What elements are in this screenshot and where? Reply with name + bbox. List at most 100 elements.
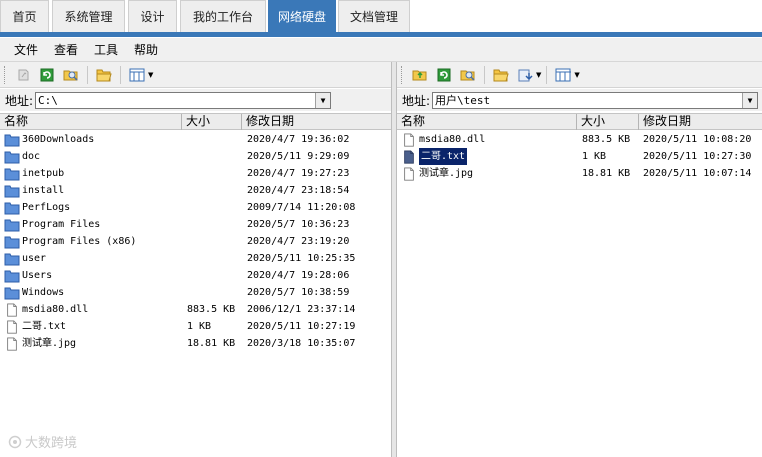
file-date: 2009/7/14 11:20:08	[247, 202, 356, 213]
file-row[interactable]: msdia80.dll 883.5 KB 2006/12/1 23:37:14	[0, 301, 391, 318]
right-toolbar: ▼ ▼	[397, 62, 762, 88]
folder-icon	[4, 202, 20, 214]
file-row[interactable]: msdia80.dll 883.5 KB 2020/5/11 10:08:20	[397, 131, 762, 148]
file-row[interactable]: install 2020/4/7 23:18:54	[0, 182, 391, 199]
tab-my-workbench[interactable]: 我的工作台	[180, 0, 266, 32]
open-folder-icon[interactable]	[93, 65, 115, 85]
file-icon	[404, 149, 414, 164]
file-row[interactable]: 360Downloads 2020/4/7 19:36:02	[0, 131, 391, 148]
folder-icon	[4, 236, 20, 248]
file-date: 2020/5/11 10:25:35	[247, 253, 356, 264]
file-icon	[7, 336, 17, 351]
right-file-pane: ▼ ▼ 地址: 用户\test ▼ 名称 大小 修改日期 msdia80.dll…	[396, 62, 762, 457]
folder-icon	[4, 287, 20, 299]
tab-design[interactable]: 设计	[128, 0, 177, 32]
file-size: 883.5 KB	[582, 134, 631, 145]
toolbar-separator	[484, 65, 485, 84]
file-name: Program Files (x86)	[22, 236, 137, 247]
file-name: 360Downloads	[22, 134, 95, 145]
file-name: msdia80.dll	[22, 304, 89, 315]
file-row[interactable]: Program Files (x86) 2020/4/7 23:19:20	[0, 233, 391, 250]
file-name: 二哥.txt	[419, 148, 468, 165]
file-row[interactable]: 测试章.jpg 18.81 KB 2020/3/18 10:35:07	[0, 335, 391, 352]
file-row[interactable]: Users 2020/4/7 19:28:06	[0, 267, 391, 284]
file-icon	[7, 319, 17, 334]
file-row[interactable]: 测试章.jpg 18.81 KB 2020/5/11 10:07:14	[397, 165, 762, 182]
address-label: 地址:	[5, 93, 34, 108]
menu-tools[interactable]: 工具	[86, 41, 126, 58]
address-label: 地址:	[402, 93, 431, 108]
column-header-date[interactable]: 修改日期	[242, 114, 392, 130]
column-header-size[interactable]: 大小	[182, 114, 242, 130]
open-folder-icon[interactable]	[490, 65, 512, 85]
file-icon	[404, 166, 414, 181]
right-address-input[interactable]: 用户\test ▼	[432, 91, 759, 109]
menu-file[interactable]: 文件	[6, 41, 46, 58]
file-row[interactable]: PerfLogs 2009/7/14 11:20:08	[0, 199, 391, 216]
file-date: 2020/4/7 23:19:20	[247, 236, 350, 247]
column-header-size[interactable]: 大小	[577, 114, 639, 130]
file-name: user	[22, 253, 47, 264]
file-name: inetpub	[22, 168, 65, 179]
left-file-pane: ▼ 地址: C:\ ▼ 名称 大小 修改日期 360Downloads 2020…	[0, 62, 392, 457]
file-row[interactable]: Windows 2020/5/7 10:38:59	[0, 284, 391, 301]
upload-icon[interactable]	[514, 65, 536, 85]
file-date: 2020/4/7 19:36:02	[247, 134, 350, 145]
file-date: 2020/5/11 10:07:14	[643, 168, 752, 179]
file-row[interactable]: inetpub 2020/4/7 19:27:23	[0, 165, 391, 182]
view-mode-icon[interactable]	[552, 65, 574, 85]
folder-icon	[4, 219, 20, 231]
file-size: 18.81 KB	[582, 168, 631, 179]
file-name: 二哥.txt	[22, 321, 67, 332]
view-mode-icon[interactable]	[126, 65, 148, 85]
file-icon	[7, 302, 17, 317]
file-name: Windows	[22, 287, 65, 298]
search-folder-icon[interactable]	[457, 65, 479, 85]
tab-label: 系统管理	[64, 10, 113, 24]
file-date: 2020/4/7 23:18:54	[247, 185, 350, 196]
file-row[interactable]: doc 2020/5/11 9:29:09	[0, 148, 391, 165]
file-date: 2006/12/1 23:37:14	[247, 304, 356, 315]
up-folder-icon[interactable]	[409, 65, 431, 85]
right-list-header: 名称 大小 修改日期	[397, 113, 762, 130]
tab-network-disk[interactable]: 网络硬盘	[268, 0, 336, 32]
file-date: 2020/3/18 10:35:07	[247, 338, 356, 349]
column-header-name[interactable]: 名称	[0, 114, 182, 130]
file-name: msdia80.dll	[419, 134, 486, 145]
watermark: 大数跨境	[8, 432, 77, 451]
upload-dropdown-icon[interactable]: ▼	[536, 71, 541, 79]
file-date: 2020/5/11 9:29:09	[247, 151, 350, 162]
menu-view[interactable]: 查看	[46, 41, 86, 58]
up-folder-icon[interactable]	[12, 65, 34, 85]
file-name: 测试章.jpg	[419, 168, 474, 179]
menu-bar: 文件 查看 工具 帮助	[0, 38, 762, 62]
view-mode-dropdown-icon[interactable]: ▼	[148, 71, 153, 79]
file-row-selected[interactable]: 二哥.txt 1 KB 2020/5/11 10:27:30	[397, 148, 762, 165]
column-header-name[interactable]: 名称	[397, 114, 577, 130]
toolbar-grip	[401, 65, 404, 84]
chevron-down-icon[interactable]: ▼	[315, 92, 331, 108]
left-address-input[interactable]: C:\ ▼	[35, 91, 332, 109]
refresh-icon[interactable]	[433, 65, 455, 85]
tab-label: 网络硬盘	[277, 10, 326, 24]
tab-document-management[interactable]: 文档管理	[338, 0, 410, 32]
search-folder-icon[interactable]	[60, 65, 82, 85]
refresh-icon[interactable]	[36, 65, 58, 85]
file-row[interactable]: user 2020/5/11 10:25:35	[0, 250, 391, 267]
file-size: 18.81 KB	[187, 338, 236, 349]
view-mode-dropdown-icon[interactable]: ▼	[574, 71, 579, 79]
tab-home[interactable]: 首页	[0, 0, 49, 32]
file-date: 2020/5/11 10:27:30	[643, 151, 752, 162]
menu-help[interactable]: 帮助	[126, 41, 166, 58]
top-tab-bar: 首页 系统管理 设计 我的工作台 网络硬盘 文档管理	[0, 0, 762, 38]
right-address-bar: 地址: 用户\test ▼	[397, 89, 762, 111]
file-row[interactable]: 二哥.txt 1 KB 2020/5/11 10:27:19	[0, 318, 391, 335]
tab-label: 我的工作台	[192, 10, 253, 24]
file-icon	[404, 132, 414, 147]
tab-system-management[interactable]: 系统管理	[52, 0, 125, 32]
watermark-logo-icon	[8, 435, 22, 448]
file-row[interactable]: Program Files 2020/5/7 10:36:23	[0, 216, 391, 233]
chevron-down-icon[interactable]: ▼	[742, 92, 758, 108]
left-address-bar: 地址: C:\ ▼	[0, 89, 391, 111]
column-header-date[interactable]: 修改日期	[639, 114, 762, 130]
